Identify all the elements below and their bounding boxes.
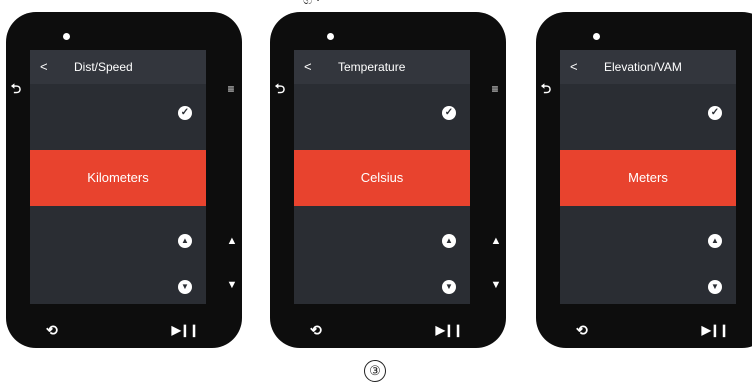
- screen-title: Elevation/VAM: [604, 60, 682, 74]
- play-pause-icon[interactable]: ▶❙❙: [172, 322, 199, 338]
- device-temperature: ⮌ ≡ ▲ ▼ < Temperature ✓ Celsius ▲ ▼ ⟲ ▶❙…: [270, 12, 506, 348]
- step-number-label: ③: [364, 360, 386, 382]
- top-caption-fragment: ග ·: [303, 0, 320, 8]
- device-screen: < Dist/Speed ✓ Kilometers ▲ ▼: [30, 50, 206, 304]
- light-sensor-dot: [593, 33, 600, 40]
- screen-header: < Dist/Speed: [30, 50, 206, 84]
- lap-button-icon[interactable]: ⟲: [310, 322, 322, 338]
- enter-button-icon[interactable]: ≡: [488, 82, 502, 96]
- down-button-icon[interactable]: ▼: [489, 278, 503, 292]
- lap-button-icon[interactable]: ⟲: [576, 322, 588, 338]
- scroll-up-circle-icon[interactable]: ▲: [708, 234, 722, 248]
- light-sensor-dot: [327, 33, 334, 40]
- device-elevation-vam: ⮌ ≡ ▲ ▼ < Elevation/VAM ✓ Meters ▲ ▼ ⟲ ▶…: [536, 12, 752, 348]
- scroll-down-circle-icon[interactable]: ▼: [708, 280, 722, 294]
- enter-button-icon[interactable]: ≡: [224, 82, 238, 96]
- selected-option[interactable]: Meters: [560, 150, 736, 206]
- scroll-up-circle-icon[interactable]: ▲: [442, 234, 456, 248]
- chevron-left-icon[interactable]: <: [40, 50, 48, 84]
- chevron-left-icon[interactable]: <: [304, 50, 312, 84]
- check-circle-icon[interactable]: ✓: [442, 106, 456, 120]
- selected-option[interactable]: Kilometers: [30, 150, 206, 206]
- back-button-icon[interactable]: ⮌: [539, 82, 553, 96]
- scroll-down-circle-icon[interactable]: ▼: [178, 280, 192, 294]
- up-button-icon[interactable]: ▲: [489, 234, 503, 248]
- device-screen: < Elevation/VAM ✓ Meters ▲ ▼: [560, 50, 736, 304]
- device-screen: < Temperature ✓ Celsius ▲ ▼: [294, 50, 470, 304]
- screen-title: Dist/Speed: [74, 60, 133, 74]
- screen-header: < Elevation/VAM: [560, 50, 736, 84]
- check-circle-icon[interactable]: ✓: [708, 106, 722, 120]
- scroll-down-circle-icon[interactable]: ▼: [442, 280, 456, 294]
- back-button-icon[interactable]: ⮌: [9, 82, 23, 96]
- chevron-left-icon[interactable]: <: [570, 50, 578, 84]
- back-button-icon[interactable]: ⮌: [273, 82, 287, 96]
- check-circle-icon[interactable]: ✓: [178, 106, 192, 120]
- play-pause-icon[interactable]: ▶❙❙: [702, 322, 729, 338]
- scroll-up-circle-icon[interactable]: ▲: [178, 234, 192, 248]
- lap-button-icon[interactable]: ⟲: [46, 322, 58, 338]
- down-button-icon[interactable]: ▼: [225, 278, 239, 292]
- screen-title: Temperature: [338, 60, 406, 74]
- device-dist-speed: ⮌ ≡ ▲ ▼ < Dist/Speed ✓ Kilometers ▲ ▼ ⟲ …: [6, 12, 242, 348]
- play-pause-icon[interactable]: ▶❙❙: [436, 322, 463, 338]
- up-button-icon[interactable]: ▲: [225, 234, 239, 248]
- screen-header: < Temperature: [294, 50, 470, 84]
- light-sensor-dot: [63, 33, 70, 40]
- selected-option[interactable]: Celsius: [294, 150, 470, 206]
